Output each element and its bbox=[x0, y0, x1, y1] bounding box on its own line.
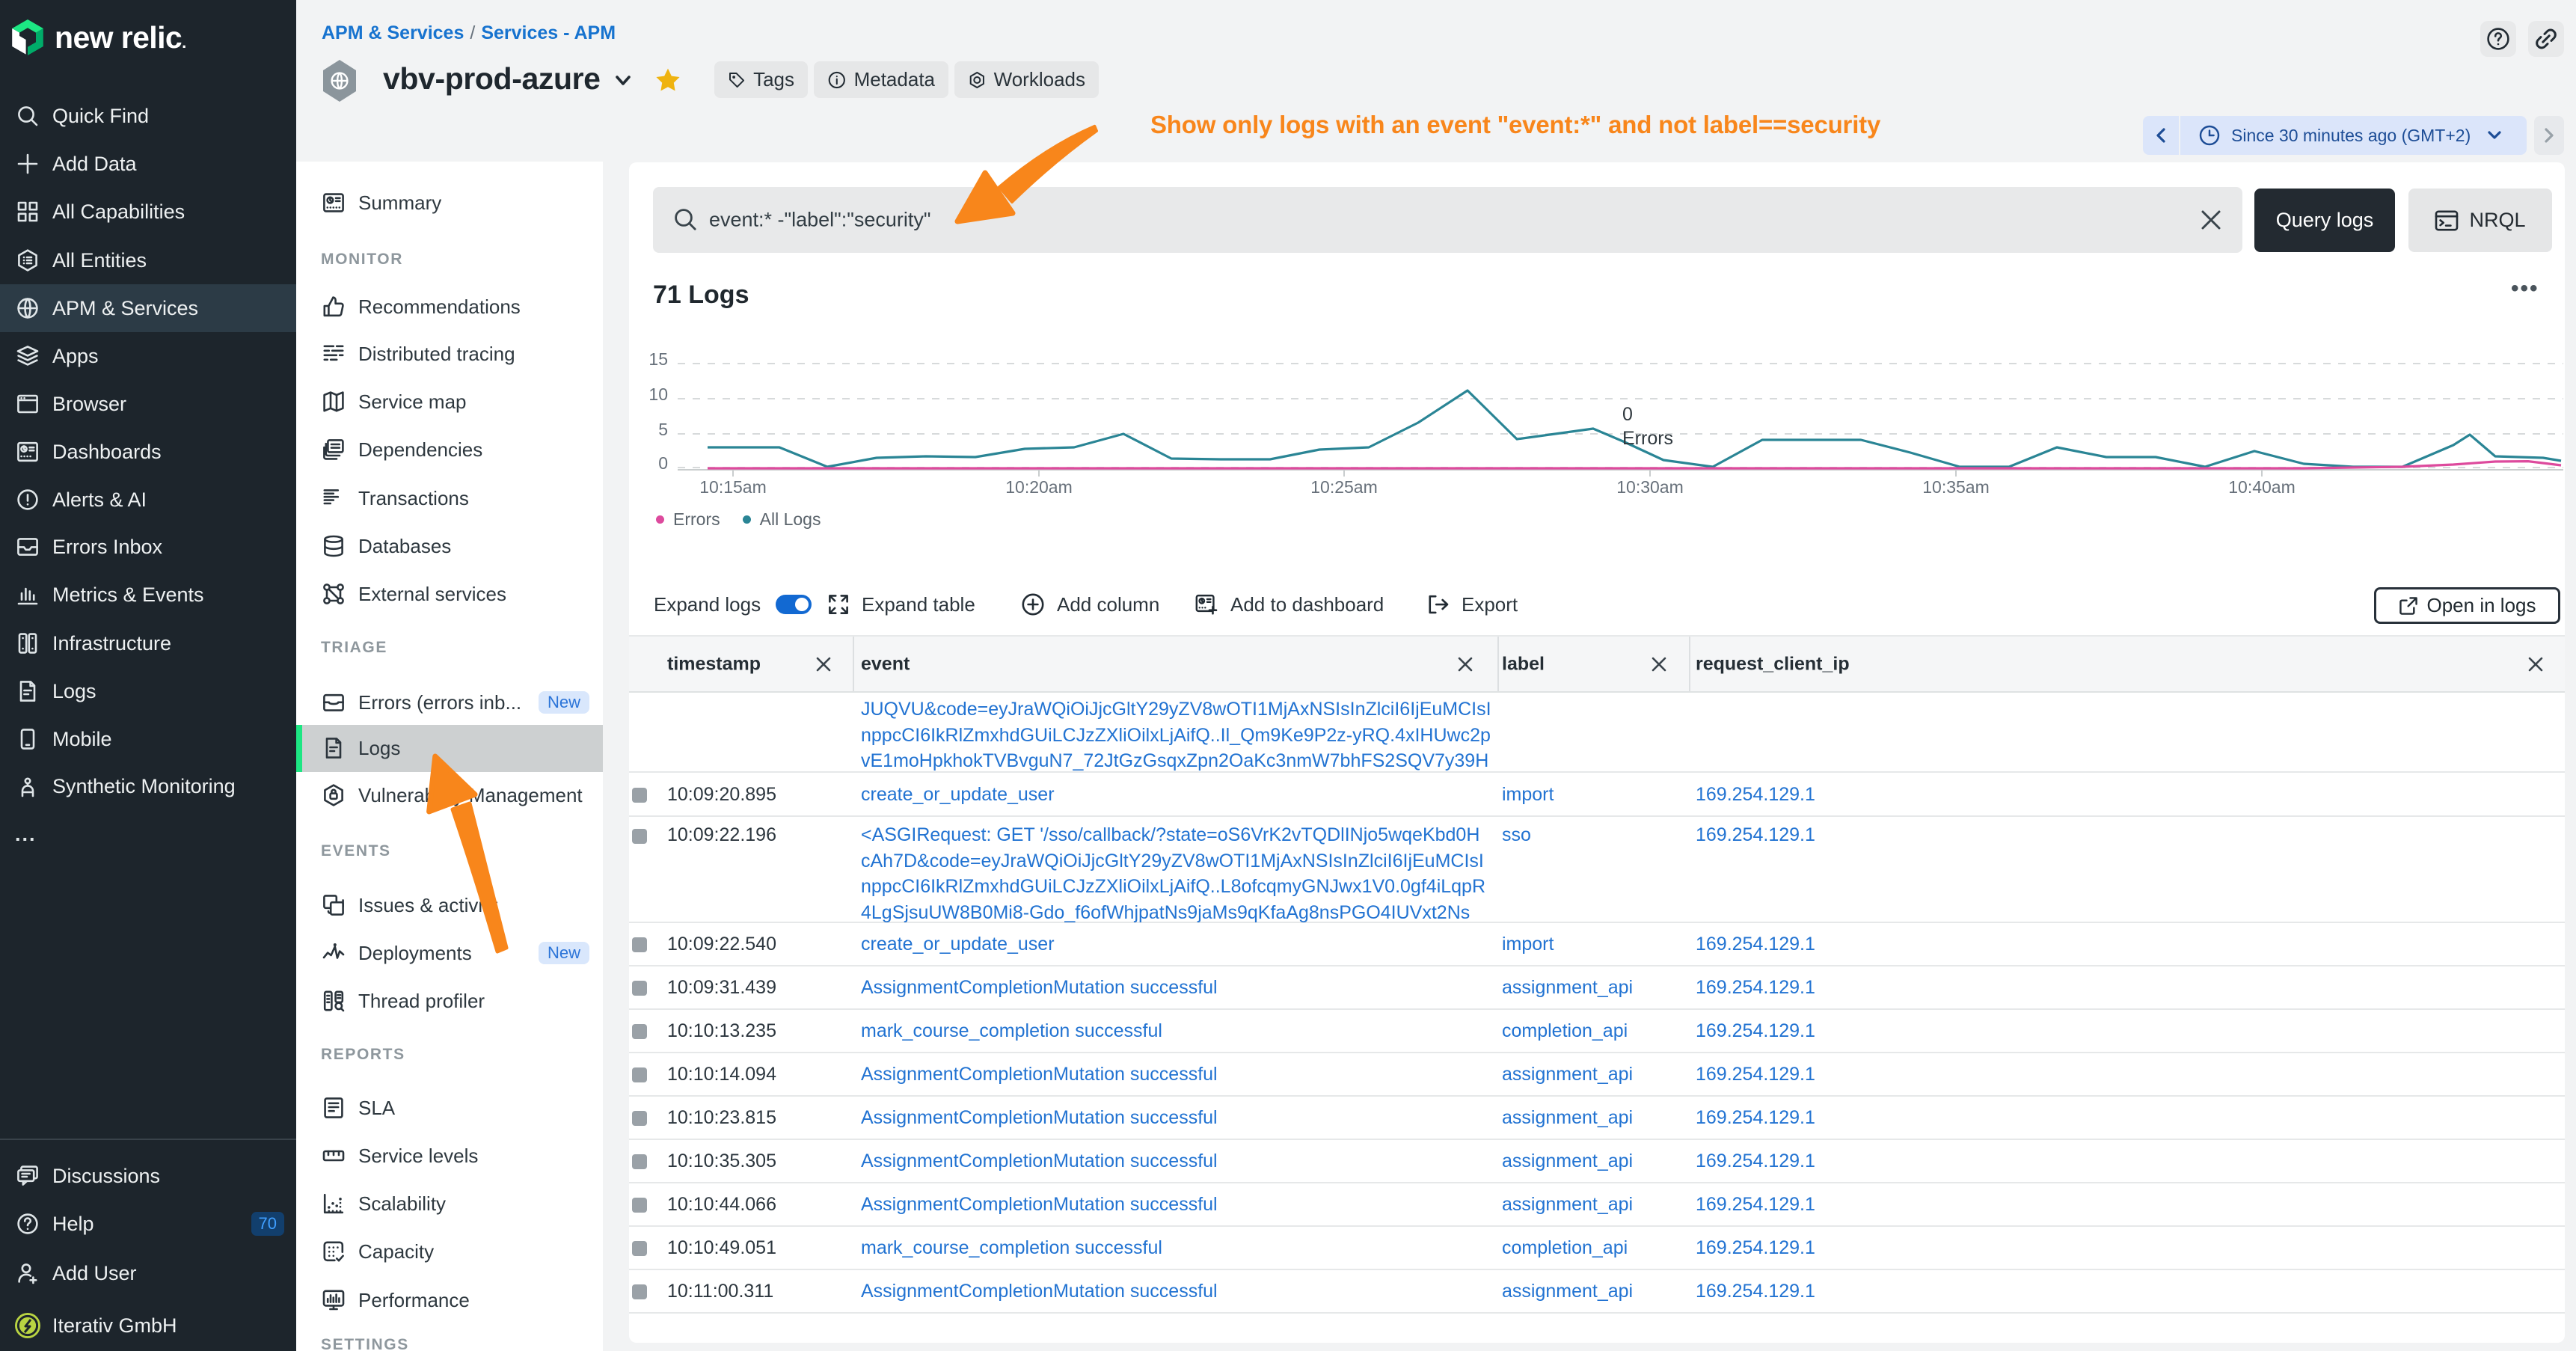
svg-text:10:35am: 10:35am bbox=[1922, 477, 1990, 497]
svg-text:10:15am: 10:15am bbox=[699, 477, 767, 497]
svg-text:15: 15 bbox=[648, 349, 668, 369]
svg-text:10:25am: 10:25am bbox=[1310, 477, 1378, 497]
svg-text:10:20am: 10:20am bbox=[1005, 477, 1073, 497]
svg-text:10: 10 bbox=[648, 385, 668, 404]
svg-text:0: 0 bbox=[658, 453, 668, 473]
svg-text:10:40am: 10:40am bbox=[2228, 477, 2296, 497]
svg-text:10:30am: 10:30am bbox=[1616, 477, 1684, 497]
svg-text:5: 5 bbox=[658, 420, 668, 439]
